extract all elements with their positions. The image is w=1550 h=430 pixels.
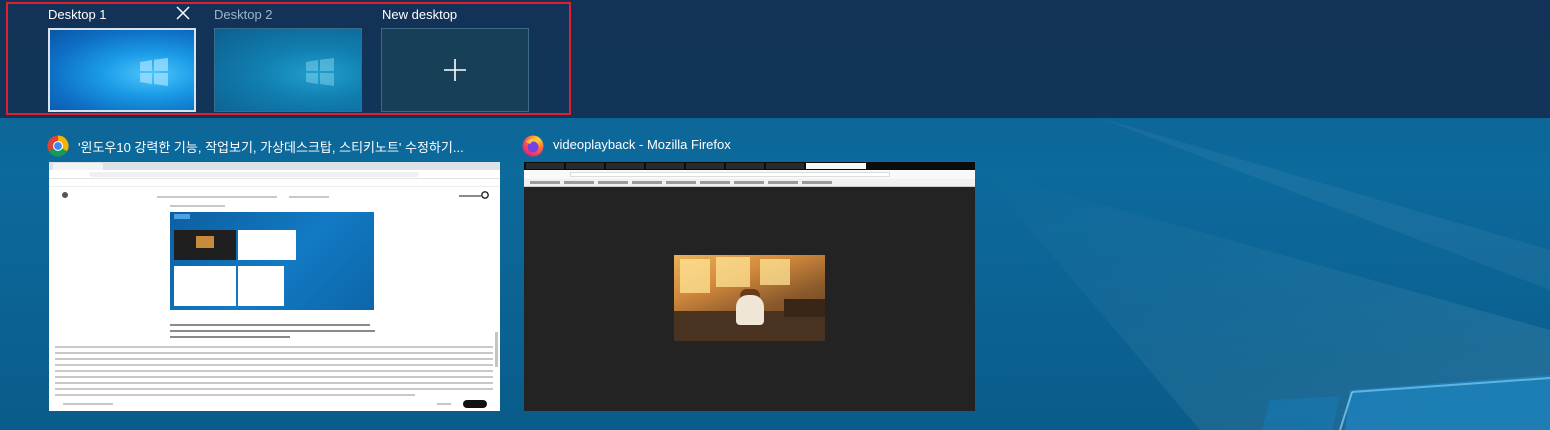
close-icon[interactable] [174, 4, 192, 22]
video-frame [674, 255, 825, 341]
desktop-1-label: Desktop 1 [48, 7, 107, 22]
new-desktop-label: New desktop [382, 7, 458, 22]
bookmarks-bar [49, 179, 500, 187]
browser-tab-strip [49, 162, 500, 170]
browser-tab-strip [524, 162, 975, 170]
virtual-desktops-bar: Desktop 1 Desktop 2 New desktop [0, 0, 1550, 118]
desktop-2-thumbnail[interactable] [214, 28, 362, 112]
site-logo-icon [62, 192, 68, 198]
windows-logo-icon [140, 58, 168, 86]
desktop-2-label: Desktop 2 [214, 7, 273, 22]
desktop-1-thumbnail[interactable] [48, 28, 196, 112]
article-screenshot-image [170, 212, 374, 310]
chrome-window-title: '윈도우10 강력한 기능, 작업보기, 가상데스크탑, 스티키노트' 수정하기… [78, 140, 464, 155]
chrome-icon [47, 135, 69, 157]
firefox-window-title: videoplayback - Mozilla Firefox [553, 137, 731, 152]
windows-logo-icon [306, 58, 334, 86]
chrome-window-thumbnail[interactable] [49, 162, 500, 411]
firefox-icon [522, 135, 544, 157]
firefox-window-thumbnail[interactable] [524, 162, 975, 411]
site-logo-icon [481, 191, 489, 199]
plus-icon [444, 59, 466, 81]
